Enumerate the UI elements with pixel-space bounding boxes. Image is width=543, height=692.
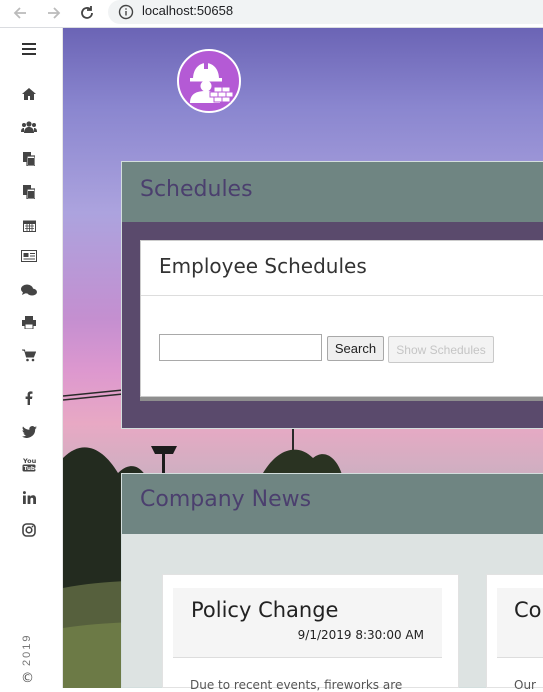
employee-schedules-title: Employee Schedules — [141, 241, 543, 296]
news-card[interactable]: Policy Change 9/1/2019 8:30:00 AM Due to… — [162, 574, 459, 692]
news-body: Our — [514, 678, 536, 692]
reload-icon — [81, 6, 93, 19]
news-title: Policy Change — [191, 598, 339, 622]
search-button[interactable]: Search — [327, 336, 384, 361]
news-card[interactable]: Con Our — [486, 574, 543, 692]
files-icon[interactable] — [19, 183, 39, 201]
copyright-year: 2019 — [21, 633, 33, 666]
calendar-icon[interactable] — [19, 216, 39, 234]
newspaper-icon[interactable] — [19, 247, 39, 265]
company-news-title: Company News — [122, 474, 543, 534]
back-button[interactable] — [9, 2, 31, 24]
svg-text:Tube: Tube — [24, 466, 36, 472]
reload-button[interactable] — [76, 2, 98, 24]
instagram-icon[interactable] — [19, 521, 39, 539]
menu-icon[interactable] — [19, 40, 39, 58]
cart-icon[interactable] — [19, 346, 39, 364]
sidebar: YouTube 2019 © — [0, 28, 63, 688]
forward-arrow-icon — [48, 7, 61, 19]
address-bar[interactable]: localhost:50658 — [108, 0, 543, 24]
url-text: localhost:50658 — [142, 3, 234, 18]
twitter-icon[interactable] — [19, 423, 39, 441]
schedule-search-input[interactable] — [159, 334, 322, 361]
users-icon[interactable] — [19, 118, 39, 136]
show-schedules-button[interactable]: Show Schedules — [388, 336, 494, 363]
facebook-icon[interactable] — [19, 389, 39, 407]
news-card-header: Policy Change 9/1/2019 8:30:00 AM — [173, 588, 442, 658]
company-logo[interactable] — [177, 49, 241, 113]
back-arrow-icon — [13, 7, 26, 19]
news-card-header: Con — [497, 588, 543, 658]
comments-icon[interactable] — [19, 281, 39, 299]
home-icon[interactable] — [19, 85, 39, 103]
print-icon[interactable] — [19, 313, 39, 331]
svg-text:You: You — [22, 457, 36, 465]
news-body: Due to recent events, fireworks are — [190, 678, 403, 692]
copyright-symbol: © — [21, 671, 34, 686]
browser-toolbar: localhost:50658 — [0, 0, 543, 28]
info-icon[interactable] — [118, 4, 134, 20]
linkedin-icon[interactable] — [19, 488, 39, 506]
employee-schedules-card: Employee Schedules Search Show Schedules — [140, 240, 543, 397]
construction-worker-icon — [190, 61, 234, 103]
news-title: Con — [514, 598, 543, 622]
forward-button[interactable] — [43, 2, 65, 24]
youtube-icon[interactable]: YouTube — [19, 455, 39, 473]
news-date: 9/1/2019 8:30:00 AM — [297, 628, 424, 642]
copy-icon[interactable] — [19, 150, 39, 168]
schedules-panel-title: Schedules — [122, 162, 543, 222]
